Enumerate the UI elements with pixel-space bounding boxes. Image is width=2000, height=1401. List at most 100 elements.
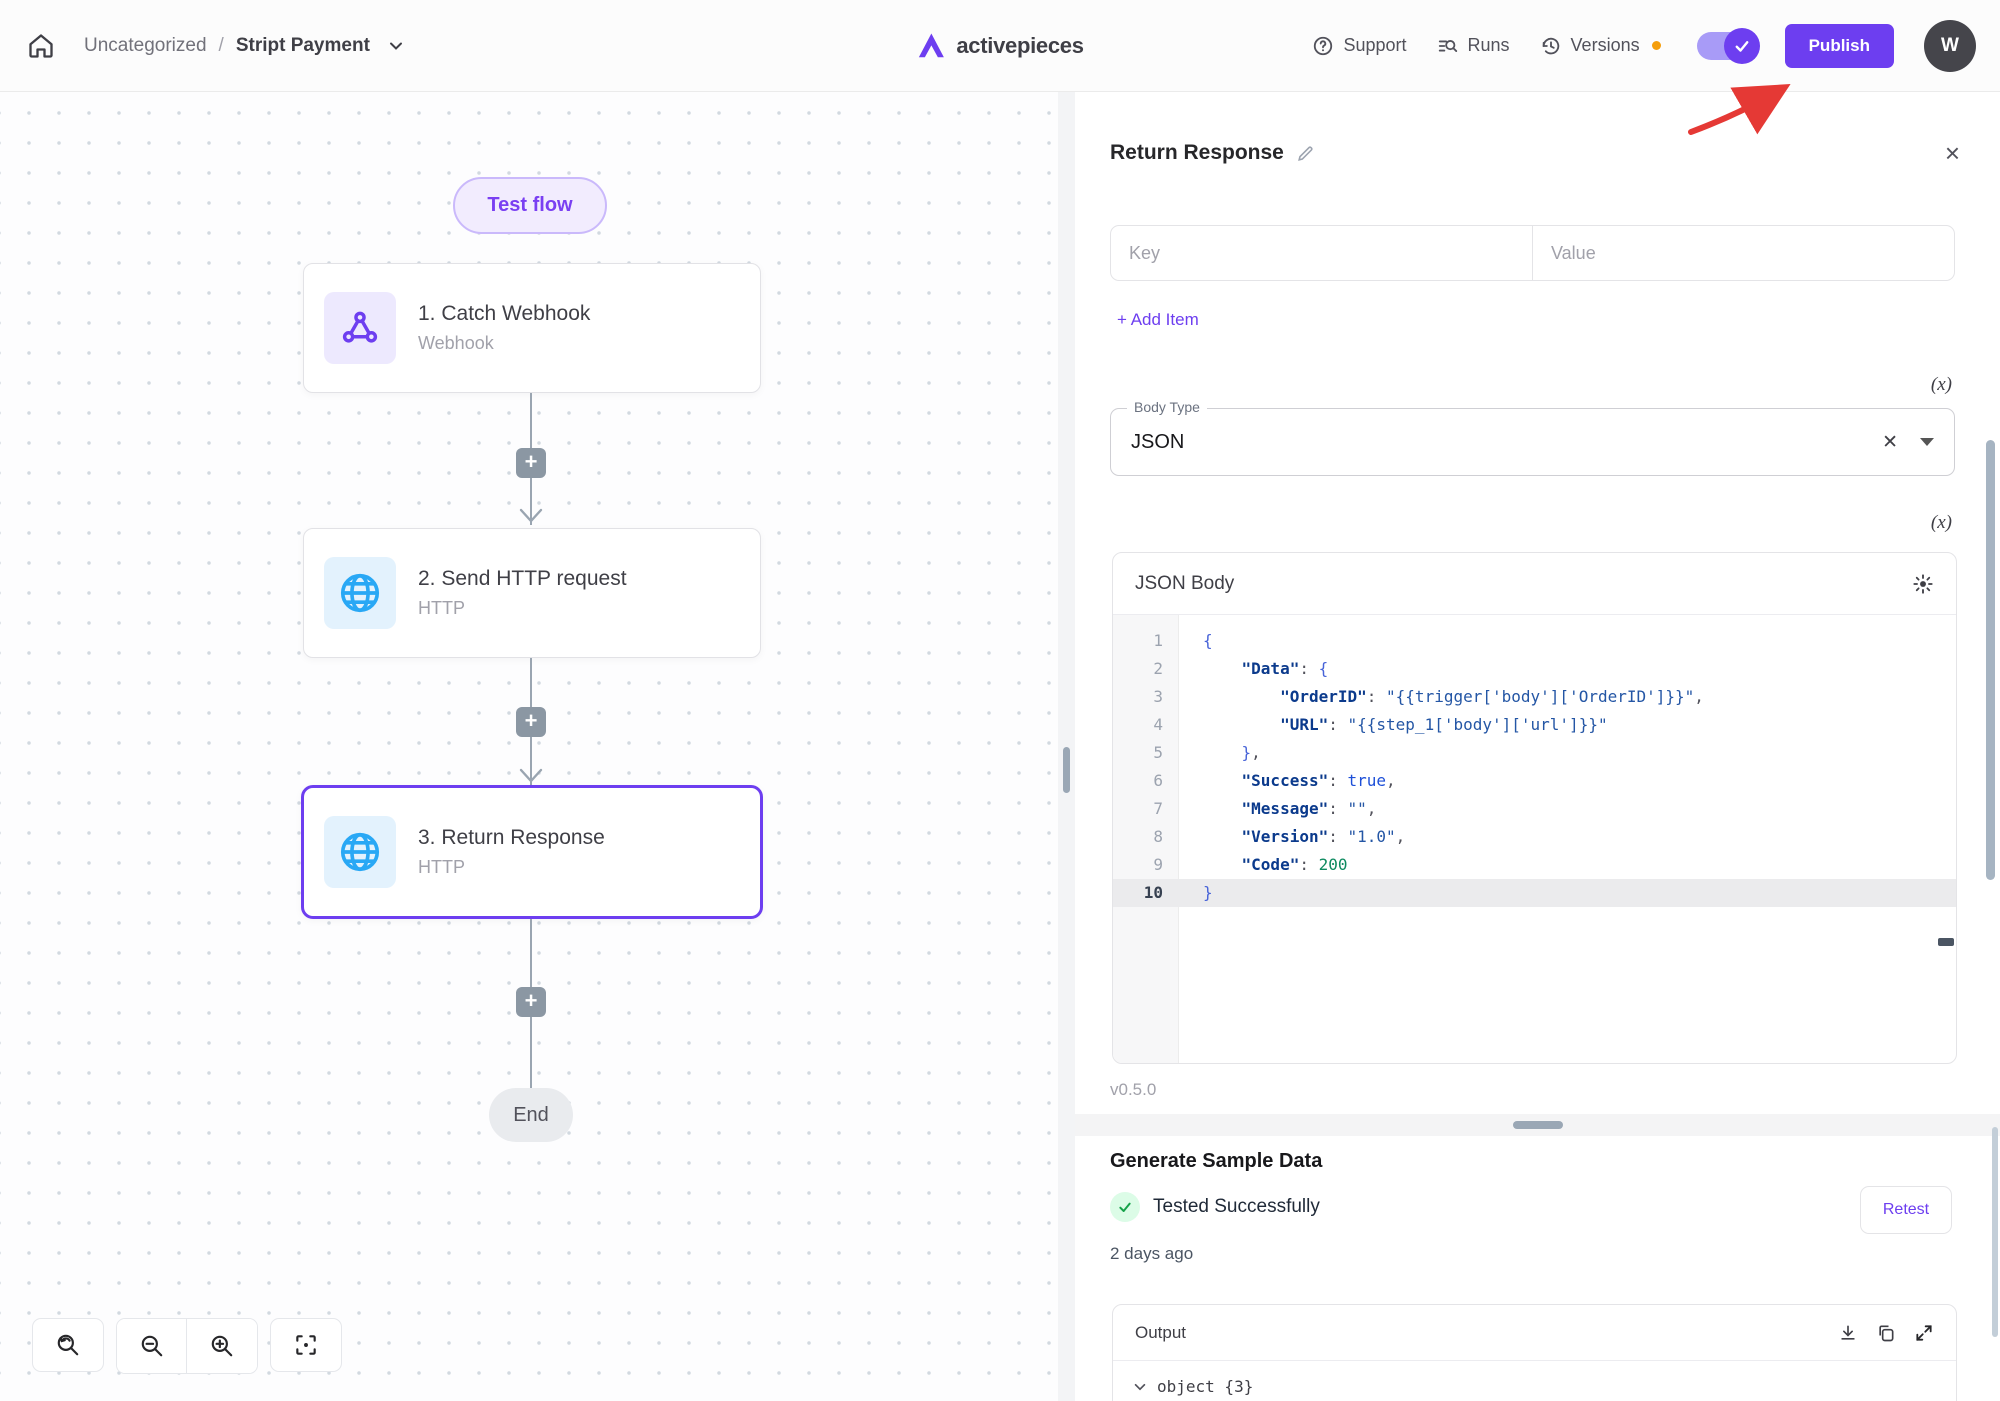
- step-title: 1. Catch Webhook: [418, 302, 590, 326]
- code-line[interactable]: 10}: [1113, 879, 1956, 907]
- add-step-button[interactable]: +: [516, 448, 546, 478]
- runs-menu-item[interactable]: Runs: [1437, 35, 1510, 57]
- output-card: Output object {3}: [1112, 1304, 1957, 1401]
- code-line[interactable]: 1{: [1113, 627, 1956, 655]
- copy-icon[interactable]: [1876, 1323, 1896, 1343]
- output-label: Output: [1135, 1323, 1186, 1343]
- step-subtitle: HTTP: [418, 857, 605, 878]
- panel-scrollbar-thumb[interactable]: [1986, 440, 1995, 880]
- canvas-controls: [32, 1318, 342, 1374]
- zoom-reset-button[interactable]: [32, 1318, 104, 1372]
- code-line[interactable]: 5 },: [1113, 739, 1956, 767]
- editor-scrollbar-thumb[interactable]: [1938, 938, 1954, 946]
- breadcrumb-category[interactable]: Uncategorized: [84, 35, 207, 57]
- test-flow-button[interactable]: Test flow: [453, 177, 607, 234]
- edit-pencil-icon[interactable]: [1296, 144, 1315, 163]
- step-title: 3. Return Response: [418, 826, 605, 850]
- test-status-row: Tested Successfully: [1110, 1192, 1320, 1222]
- key-input[interactable]: [1111, 226, 1532, 280]
- headers-key-value-row: [1110, 225, 1955, 281]
- fit-to-view-button[interactable]: [270, 1318, 342, 1372]
- body-type-label: Body Type: [1127, 399, 1207, 415]
- add-step-button[interactable]: +: [516, 707, 546, 737]
- webhook-icon: [324, 292, 396, 364]
- breadcrumb-separator: /: [219, 35, 224, 57]
- globe-icon: [324, 816, 396, 888]
- code-line[interactable]: 9 "Code": 200: [1113, 851, 1956, 879]
- resizer-handle[interactable]: [1063, 747, 1070, 793]
- breadcrumb[interactable]: Uncategorized / Stript Payment: [84, 35, 404, 57]
- support-menu-item[interactable]: Support: [1312, 35, 1406, 57]
- clear-selection-icon[interactable]: ✕: [1860, 431, 1920, 454]
- step-card-send-http[interactable]: 2. Send HTTP request HTTP: [303, 528, 761, 658]
- section-divider: [1075, 1114, 2000, 1136]
- beautify-icon[interactable]: [1912, 573, 1934, 595]
- code-editor[interactable]: 1{2 "Data": {3 "OrderID": "{{trigger['bo…: [1113, 615, 1956, 1064]
- retest-button[interactable]: Retest: [1860, 1186, 1952, 1234]
- close-panel-button[interactable]: ×: [1945, 140, 1960, 166]
- list-search-icon: [1437, 35, 1459, 57]
- activepieces-logo-icon: [916, 31, 946, 61]
- generate-sample-data-heading: Generate Sample Data: [1110, 1150, 1322, 1173]
- chevron-down-icon[interactable]: [388, 38, 404, 54]
- value-input[interactable]: [1533, 226, 1954, 280]
- dynamic-value-icon[interactable]: (x): [1931, 512, 1952, 534]
- zoom-out-button[interactable]: [117, 1319, 187, 1373]
- avatar[interactable]: W: [1924, 20, 1976, 72]
- publish-button[interactable]: Publish: [1785, 24, 1894, 68]
- support-label: Support: [1343, 35, 1406, 56]
- section-scrollbar-thumb[interactable]: [1992, 1127, 1998, 1337]
- body-type-value: JSON: [1131, 431, 1184, 454]
- dropdown-caret-icon[interactable]: [1920, 438, 1934, 446]
- versions-notification-dot: [1652, 41, 1661, 50]
- versions-menu-item[interactable]: Versions: [1540, 35, 1640, 57]
- step-subtitle: HTTP: [418, 598, 627, 619]
- panel-resizer[interactable]: [1058, 92, 1075, 1401]
- code-line[interactable]: 4 "URL": "{{step_1['body']['url']}}": [1113, 711, 1956, 739]
- json-body-label: JSON Body: [1135, 573, 1234, 595]
- history-icon: [1540, 35, 1562, 57]
- step-subtitle: Webhook: [418, 333, 590, 354]
- zoom-in-button[interactable]: [187, 1319, 257, 1373]
- flow-name[interactable]: Stript Payment: [236, 35, 370, 57]
- json-body-editor: JSON Body 1{2 "Data": {3 "OrderID": "{{t…: [1112, 552, 1957, 1064]
- success-check-icon: [1110, 1192, 1140, 1222]
- code-line[interactable]: 6 "Success": true,: [1113, 767, 1956, 795]
- step-settings-panel: Return Response × + Add Item (x) Body Ty…: [1075, 92, 2000, 1401]
- code-line[interactable]: 8 "Version": "1.0",: [1113, 823, 1956, 851]
- brand-name: activepieces: [956, 33, 1083, 59]
- code-line[interactable]: 3 "OrderID": "{{trigger['body']['OrderID…: [1113, 683, 1956, 711]
- top-bar: Uncategorized / Stript Payment activepie…: [0, 0, 2000, 92]
- test-status-text: Tested Successfully: [1153, 1196, 1320, 1218]
- arrowhead-icon: [519, 508, 543, 524]
- tree-root-label: object {3}: [1157, 1377, 1253, 1396]
- brand: activepieces: [916, 0, 1083, 92]
- add-item-link[interactable]: + Add Item: [1117, 310, 1199, 330]
- body-type-select[interactable]: Body Type JSON ✕: [1110, 408, 1955, 476]
- globe-icon: [324, 557, 396, 629]
- last-tested-time: 2 days ago: [1110, 1244, 1193, 1264]
- flow-enabled-toggle[interactable]: [1697, 32, 1755, 60]
- piece-version: v0.5.0: [1110, 1080, 1156, 1100]
- output-tree-root[interactable]: object {3}: [1113, 1361, 1956, 1401]
- home-icon[interactable]: [24, 29, 58, 63]
- step-title: 2. Send HTTP request: [418, 567, 627, 591]
- drag-handle[interactable]: [1513, 1121, 1563, 1129]
- toggle-knob: [1724, 28, 1760, 64]
- step-card-catch-webhook[interactable]: 1. Catch Webhook Webhook: [303, 263, 761, 393]
- end-node: End: [489, 1088, 573, 1142]
- code-line[interactable]: 7 "Message": "",: [1113, 795, 1956, 823]
- chevron-down-icon: [1133, 1380, 1147, 1394]
- download-icon[interactable]: [1838, 1323, 1858, 1343]
- step-card-return-response[interactable]: 3. Return Response HTTP: [301, 785, 763, 919]
- flow-canvas[interactable]: Test flow 1. Catch Webhook Webhook +: [0, 92, 1058, 1401]
- panel-title: Return Response: [1110, 141, 1284, 165]
- arrowhead-icon: [519, 768, 543, 784]
- runs-label: Runs: [1468, 35, 1510, 56]
- question-circle-icon: [1312, 35, 1334, 57]
- code-line[interactable]: 2 "Data": {: [1113, 655, 1956, 683]
- versions-label: Versions: [1571, 35, 1640, 56]
- add-step-button[interactable]: +: [516, 987, 546, 1017]
- expand-icon[interactable]: [1914, 1323, 1934, 1343]
- dynamic-value-icon[interactable]: (x): [1931, 374, 1952, 396]
